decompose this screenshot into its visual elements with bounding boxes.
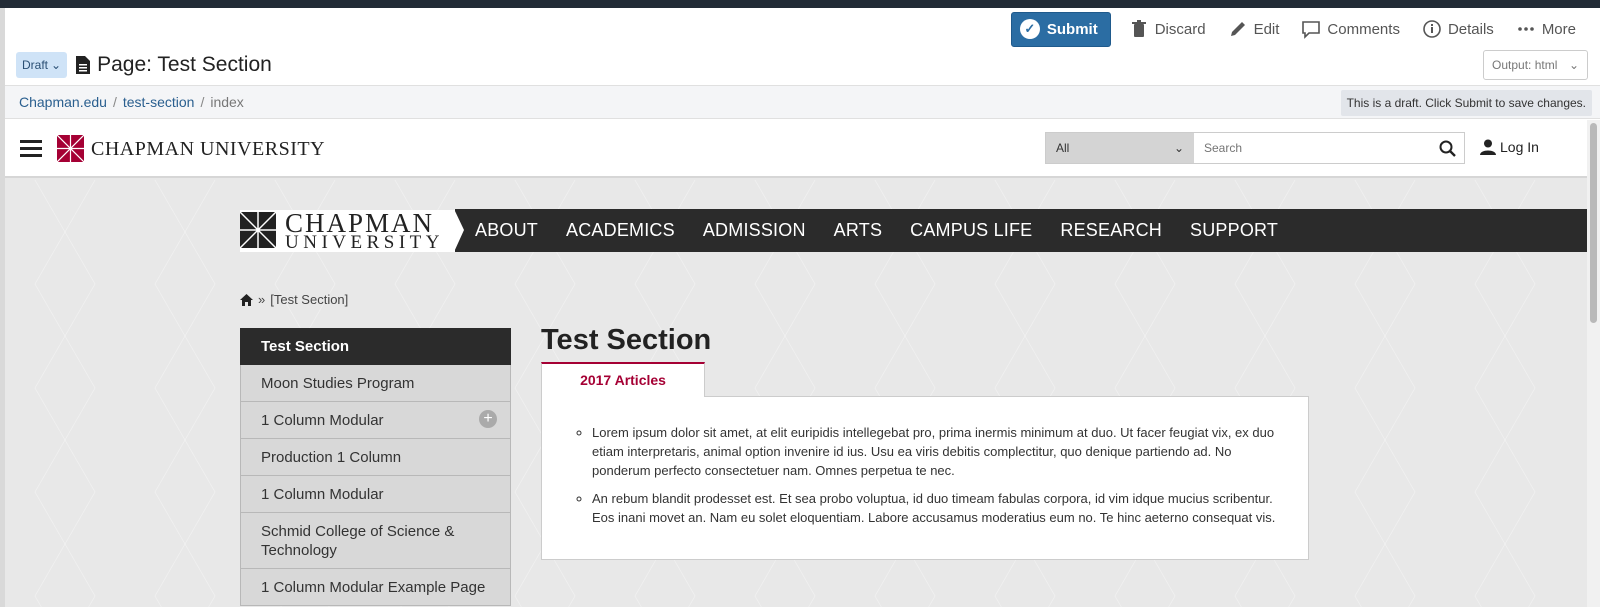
- nav-item-campus-life[interactable]: CAMPUS LIFE: [910, 220, 1032, 241]
- sidenav-item-expandable[interactable]: 1 Column Modular +: [240, 402, 511, 439]
- breadcrumb-link-section[interactable]: test-section: [123, 94, 195, 110]
- preview-scrollbar[interactable]: [1587, 120, 1600, 607]
- user-icon: [1480, 139, 1496, 155]
- sidenav-item[interactable]: Schmid College of Science & Technology: [240, 513, 511, 569]
- cms-breadcrumb-bar: Chapman.edu / test-section / index This is a…: [5, 85, 1600, 119]
- breadcrumb-current: index: [210, 94, 244, 110]
- breadcrumb-separator: »: [258, 292, 266, 307]
- trash-icon: [1131, 20, 1146, 37]
- search-icon: [1439, 140, 1456, 157]
- nav-item-support[interactable]: SUPPORT: [1190, 220, 1278, 241]
- content-title: Test Section: [541, 324, 712, 356]
- document-icon: [76, 56, 91, 74]
- site-breadcrumb: » [Test Section]: [240, 292, 348, 307]
- more-button[interactable]: More: [1516, 19, 1576, 39]
- page-preview: CHAPMAN UNIVERSITY All ⌄ Log In CHAPMAN …: [5, 120, 1587, 607]
- details-label: Details: [1447, 20, 1494, 38]
- home-icon[interactable]: [240, 293, 253, 306]
- login-label: Log In: [1500, 139, 1539, 155]
- brand-logo[interactable]: CHAPMAN UNIVERSITY: [239, 210, 455, 253]
- status-dropdown[interactable]: Draft ⌄: [16, 52, 68, 78]
- chevron-down-icon: ⌄: [51, 58, 62, 72]
- site-header: CHAPMAN UNIVERSITY All ⌄ Log In: [5, 120, 1587, 178]
- submit-button[interactable]: ✓ Submit: [1010, 11, 1111, 47]
- expand-plus-icon[interactable]: +: [479, 410, 497, 428]
- sidenav-item-label: 1 Column Modular: [261, 412, 384, 429]
- edit-button[interactable]: Edit: [1228, 19, 1280, 39]
- breadcrumb-separator: /: [200, 94, 205, 110]
- tab-2017-articles[interactable]: 2017 Articles: [541, 362, 705, 397]
- discard-button[interactable]: Discard: [1129, 19, 1206, 39]
- output-select[interactable]: Output: html ⌄: [1483, 50, 1588, 80]
- brand-emblem-icon: [239, 211, 277, 249]
- ellipsis-icon: [1518, 27, 1534, 31]
- articles-list: Lorem ipsum dolor sit amet, at elit euri…: [592, 423, 1284, 527]
- sidenav-item[interactable]: Test Section: [240, 328, 511, 365]
- breadcrumb: Chapman.edu / test-section / index: [19, 94, 244, 110]
- search-scope-value: All: [1056, 141, 1070, 155]
- nav-item-arts[interactable]: ARTS: [834, 220, 882, 241]
- info-icon: [1423, 20, 1441, 38]
- sidenav-item[interactable]: 1 Column Modular Example Page: [240, 569, 511, 606]
- university-logo-text[interactable]: CHAPMAN UNIVERSITY: [91, 138, 325, 161]
- brand-line2: UNIVERSITY: [285, 232, 444, 253]
- nav-item-admission[interactable]: ADMISSION: [703, 220, 806, 241]
- sidenav-item[interactable]: 1 Column Modular: [240, 476, 511, 513]
- comment-icon: [1302, 21, 1321, 39]
- breadcrumb-separator: /: [112, 94, 117, 110]
- site-breadcrumb-current: [Test Section]: [270, 292, 349, 307]
- page-title: Page: Test Section: [75, 53, 272, 77]
- comments-button[interactable]: Comments: [1301, 19, 1400, 39]
- nav-item-academics[interactable]: ACADEMICS: [566, 220, 675, 241]
- cms-action-bar: ✓ Submit Discard Edit Comments Details M…: [1010, 11, 1576, 47]
- chevron-down-icon: ⌄: [1568, 58, 1579, 72]
- nav-item-research[interactable]: RESEARCH: [1060, 220, 1162, 241]
- status-label: Draft: [22, 58, 49, 72]
- scrollbar-thumb[interactable]: [1590, 123, 1597, 323]
- main-nav: ABOUT ACADEMICS ADMISSION ARTS CAMPUS LI…: [454, 209, 1587, 252]
- details-button[interactable]: Details: [1422, 19, 1494, 39]
- search-group: All ⌄: [1045, 132, 1465, 164]
- pencil-icon: [1230, 22, 1245, 36]
- submit-label: Submit: [1046, 20, 1098, 38]
- browser-top-strip: [0, 0, 1600, 8]
- more-label: More: [1541, 20, 1576, 38]
- check-icon: ✓: [1019, 19, 1040, 39]
- search-button[interactable]: [1430, 133, 1464, 163]
- draft-notice: This is a draft. Click Submit to save ch…: [1340, 90, 1592, 116]
- university-logo-icon: [56, 134, 85, 163]
- comments-label: Comments: [1327, 20, 1400, 38]
- discard-label: Discard: [1154, 20, 1206, 38]
- breadcrumb-link-root[interactable]: Chapman.edu: [19, 94, 107, 110]
- section-sidenav: Test Section Moon Studies Program 1 Colu…: [240, 328, 511, 606]
- edit-label: Edit: [1253, 20, 1280, 38]
- sidenav-item[interactable]: Moon Studies Program: [240, 365, 511, 402]
- search-input[interactable]: [1194, 133, 1430, 163]
- hamburger-menu-icon[interactable]: [20, 140, 42, 161]
- sidenav-item[interactable]: Production 1 Column: [240, 439, 511, 476]
- title-row: Draft ⌄ Page: Test Section: [16, 52, 272, 78]
- search-scope-select[interactable]: All ⌄: [1046, 133, 1194, 163]
- articles-panel: Lorem ipsum dolor sit amet, at elit euri…: [541, 396, 1309, 560]
- output-select-value: Output: html: [1492, 58, 1558, 72]
- login-link[interactable]: Log In: [1480, 139, 1539, 155]
- page-title-text: Page: Test Section: [97, 53, 272, 76]
- list-item: Lorem ipsum dolor sit amet, at elit euri…: [592, 423, 1284, 480]
- nav-item-about[interactable]: ABOUT: [475, 220, 538, 241]
- list-item: An rebum blandit prodesset est. Et sea p…: [592, 489, 1284, 527]
- chevron-down-icon: ⌄: [1173, 141, 1184, 155]
